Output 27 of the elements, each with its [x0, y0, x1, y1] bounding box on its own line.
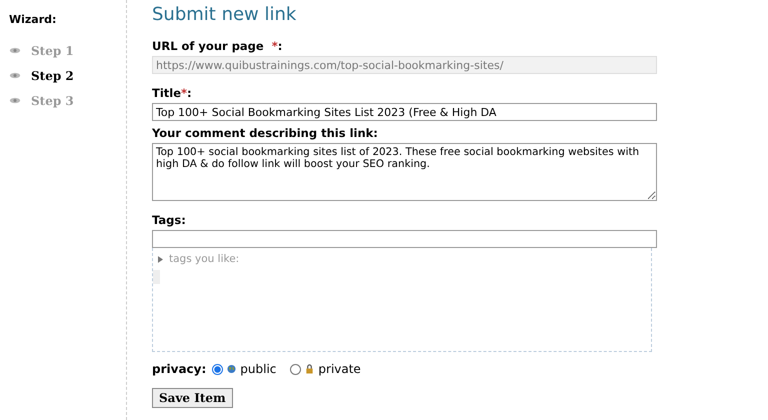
option-label[interactable]: public — [240, 362, 276, 376]
globe-icon — [227, 364, 236, 374]
field-label: Title — [152, 86, 182, 100]
eye-icon — [9, 47, 21, 54]
eye-icon — [9, 72, 21, 79]
colon: : — [278, 39, 282, 53]
option-label[interactable]: private — [318, 362, 361, 376]
colon: : — [187, 86, 192, 100]
page-heading: Submit new link — [152, 4, 298, 25]
wizard-step[interactable]: Step 2 — [31, 68, 74, 82]
radio-button[interactable] — [290, 364, 302, 374]
save-button[interactable]: Save Item — [152, 388, 233, 408]
wizard-title: Wizard: — [9, 13, 58, 26]
title-field[interactable]: Top 100+ Social Bookmarking Sites List 2023 (Free & High DA — [152, 103, 657, 121]
tags-field[interactable] — [152, 230, 657, 248]
tag-placeholder — [153, 270, 160, 284]
radio-button[interactable] — [212, 364, 224, 374]
field-label: Tags: — [152, 213, 187, 227]
required-mark: * — [181, 86, 188, 100]
field-label: URL of your page — [152, 39, 264, 53]
comment-field[interactable]: Top 100+ social bookmarking sites list of 2023. These free social bookmarking websites with high DA & do follow link will boost your SEO ranking. — [152, 143, 657, 201]
padlock-icon — [305, 364, 314, 374]
eye-icon — [9, 97, 21, 104]
privacy-label: privacy: — [152, 362, 206, 376]
field-label: Your comment describing this link: — [152, 126, 379, 140]
required-mark: * — [272, 39, 278, 53]
expand-icon[interactable] — [158, 256, 163, 262]
